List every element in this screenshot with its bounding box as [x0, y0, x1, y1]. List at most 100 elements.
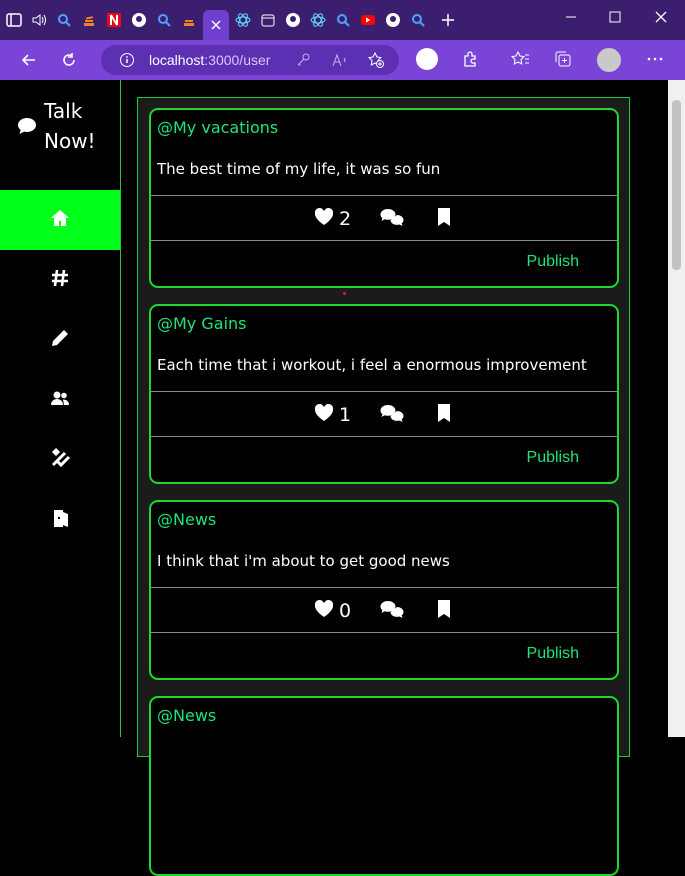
key-icon[interactable]: [295, 52, 311, 72]
profile-avatar[interactable]: [597, 48, 621, 72]
brand-line-1: Talk: [44, 99, 83, 123]
sidebar-item-hashtag[interactable]: [0, 250, 120, 310]
bookmark-icon: [433, 598, 455, 624]
post-card: @News I think that i'm about to get good…: [149, 500, 619, 680]
bookmark-button[interactable]: [433, 206, 455, 232]
scrollbar-thumb[interactable]: [672, 100, 681, 270]
post-actions: 0: [151, 589, 617, 633]
comments-icon: [379, 206, 405, 232]
page-scrollbar[interactable]: [668, 80, 685, 737]
url-host: localhost: [149, 52, 205, 68]
minimize-icon[interactable]: [564, 10, 578, 28]
active-tab-close-icon[interactable]: [203, 10, 229, 40]
comments-icon: [379, 402, 405, 428]
door-open-icon: [49, 507, 71, 533]
app-root: Talk Now! @My vacations The best time of…: [0, 80, 668, 876]
brand-line-2: Now!: [44, 129, 96, 153]
sidebar-item-friends[interactable]: [0, 370, 120, 430]
address-bar[interactable]: localhost:3000/user: [101, 45, 399, 75]
divider: [151, 240, 617, 241]
brand[interactable]: Talk Now!: [16, 96, 96, 156]
like-button[interactable]: 0: [313, 598, 351, 624]
sidebar-item-settings[interactable]: [0, 430, 120, 490]
hashtag-icon: [49, 267, 71, 293]
like-button[interactable]: 1: [313, 402, 351, 428]
stackoverflow-icon[interactable]: [78, 9, 100, 31]
calendar-icon[interactable]: [257, 9, 279, 31]
bookmark-button[interactable]: [433, 402, 455, 428]
search-icon[interactable]: [53, 9, 75, 31]
youtube-icon[interactable]: [357, 9, 379, 31]
browser-tab-bar: [0, 0, 685, 40]
sidebar: Talk Now!: [0, 80, 121, 737]
react-icon[interactable]: [232, 9, 254, 31]
volume-icon[interactable]: [28, 9, 50, 31]
post-feed: @My vacations The best time of my life, …: [137, 97, 630, 876]
divider: [151, 391, 617, 392]
users-icon: [49, 387, 71, 413]
pencil-icon: [49, 327, 71, 353]
maximize-icon[interactable]: [608, 10, 622, 28]
post-title[interactable]: @News: [157, 510, 216, 529]
back-arrow-icon[interactable]: [12, 43, 46, 77]
sidebar-item-write[interactable]: [0, 310, 120, 370]
like-count: 1: [338, 404, 352, 426]
divider: [151, 195, 617, 196]
post-card: @My vacations The best time of my life, …: [149, 108, 619, 288]
publish-button[interactable]: Publish: [527, 645, 579, 663]
post-body: I think that i'm about to get good news: [157, 552, 450, 570]
netflix-icon[interactable]: [103, 9, 125, 31]
post-title[interactable]: @My Gains: [157, 314, 246, 333]
like-count: 2: [338, 208, 352, 230]
extensions-icon[interactable]: [462, 50, 480, 72]
sidebar-toggle-icon[interactable]: [3, 9, 25, 31]
github-icon[interactable]: [128, 9, 150, 31]
collections-icon[interactable]: [554, 50, 572, 72]
favorites-icon[interactable]: [510, 50, 530, 72]
bookmark-icon: [433, 206, 455, 232]
comment-button[interactable]: [379, 206, 405, 232]
post-actions: 1: [151, 393, 617, 437]
divider: [151, 632, 617, 633]
heart-icon: [313, 598, 335, 624]
bookmark-button[interactable]: [433, 598, 455, 624]
bookmark-icon: [433, 402, 455, 428]
sidebar-item-logout[interactable]: [0, 490, 120, 550]
github-icon[interactable]: [382, 9, 404, 31]
like-button[interactable]: 2: [313, 206, 351, 232]
search-icon[interactable]: [153, 9, 175, 31]
read-aloud-icon[interactable]: [331, 52, 349, 72]
post-title[interactable]: @News: [157, 706, 216, 725]
heart-icon: [313, 206, 335, 232]
post-card: @News: [149, 696, 619, 876]
refresh-icon[interactable]: [52, 43, 86, 77]
divider: [151, 587, 617, 588]
comment-button[interactable]: [379, 402, 405, 428]
search-icon[interactable]: [407, 9, 429, 31]
post-body: Each time that i workout, i feel a enorm…: [157, 356, 587, 374]
info-icon[interactable]: [119, 52, 135, 72]
post-actions: 2: [151, 197, 617, 241]
brand-title: Talk Now!: [44, 96, 96, 156]
sidebar-item-home[interactable]: [0, 190, 120, 250]
publish-button[interactable]: Publish: [527, 253, 579, 271]
url-path: :3000/user: [204, 52, 271, 68]
post-body: The best time of my life, it was so fun: [157, 160, 441, 178]
profile-extension-icon[interactable]: [416, 48, 438, 70]
more-menu-icon[interactable]: [646, 50, 664, 72]
publish-button[interactable]: Publish: [527, 449, 579, 467]
comment-button[interactable]: [379, 598, 405, 624]
add-favorite-icon[interactable]: [367, 51, 385, 73]
post-card: @My Gains Each time that i workout, i fe…: [149, 304, 619, 484]
post-title[interactable]: @My vacations: [157, 118, 278, 137]
heart-icon: [313, 402, 335, 428]
comments-icon: [379, 598, 405, 624]
tools-icon: [49, 447, 71, 473]
github-icon[interactable]: [282, 9, 304, 31]
react-icon[interactable]: [307, 9, 329, 31]
close-window-icon[interactable]: [654, 10, 668, 28]
stackoverflow-icon[interactable]: [178, 9, 200, 31]
new-tab-plus-icon[interactable]: [437, 9, 459, 31]
indicator-dot: [343, 292, 346, 295]
search-icon[interactable]: [332, 9, 354, 31]
